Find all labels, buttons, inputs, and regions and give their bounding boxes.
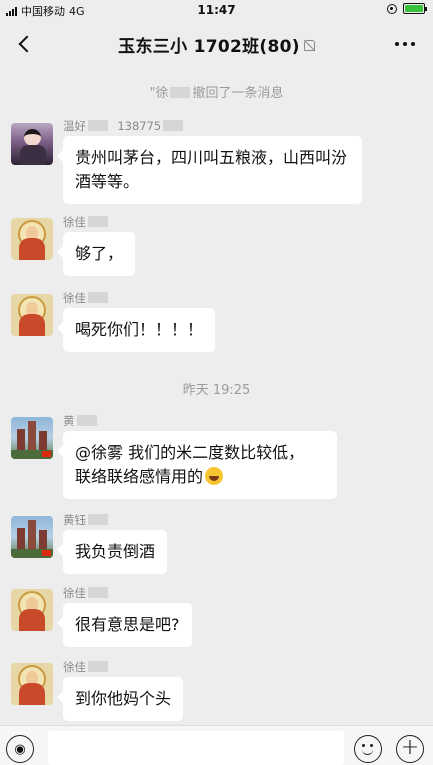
sender-name: 徐佳 xyxy=(63,585,110,601)
battery-icon xyxy=(403,3,427,14)
message-bubble[interactable]: 够了， xyxy=(56,232,136,276)
voice-input-button[interactable]: ◉ xyxy=(6,735,34,763)
redacted-name xyxy=(170,87,191,98)
sender-name: 黄 xyxy=(63,413,99,429)
more-button[interactable] xyxy=(395,42,415,46)
chat-title-text: 玉东三小 1702班(80) xyxy=(118,37,300,57)
location-icon xyxy=(387,3,397,14)
avatar[interactable] xyxy=(11,663,53,705)
message-bubble[interactable]: 喝死你们！！！！ xyxy=(56,308,216,352)
laughing-emoji-icon xyxy=(205,467,224,485)
flag-icon xyxy=(42,550,51,556)
message-bubble[interactable]: 很有意思是吧? xyxy=(57,603,192,647)
avatar[interactable] xyxy=(11,516,53,558)
message-bubble[interactable]: @徐雾 我们的米二度数比较低， 联络联络感情用的 xyxy=(57,431,337,499)
message-bubble[interactable]: 贵州叫茅台，四川叫五粮液，山西叫汾酒等等。 xyxy=(57,136,362,204)
sender-name: 徐佳 xyxy=(63,290,110,306)
sender-name: 徐佳 xyxy=(63,659,110,675)
voice-icon: ◉ xyxy=(14,741,26,757)
avatar[interactable] xyxy=(11,417,53,459)
recall-suffix: 撤回了一条消息 xyxy=(192,86,284,101)
message-bubble[interactable]: 到你他妈个头 xyxy=(56,677,184,721)
status-right xyxy=(387,3,427,14)
status-bar: 中国移动 4G 11:47 xyxy=(0,0,433,20)
message-line: 联络联络感情用的 xyxy=(75,467,204,486)
avatar[interactable] xyxy=(11,294,53,336)
message-line: @徐雾 我们的米二度数比较低， xyxy=(75,443,305,462)
recall-notice: "徐 撤回了一条消息 xyxy=(0,82,433,101)
message-bubble[interactable]: 我负责倒酒 xyxy=(56,530,168,574)
message-input[interactable] xyxy=(48,731,344,765)
sender-name: 温好 138775 xyxy=(63,118,185,134)
avatar[interactable] xyxy=(11,218,53,260)
avatar[interactable] xyxy=(11,589,53,631)
chat-header: 玉东三小 1702班(80) xyxy=(0,20,433,68)
chat-title: 玉东三小 1702班(80) xyxy=(0,32,433,57)
flag-icon xyxy=(42,451,51,457)
more-actions-button[interactable]: + xyxy=(396,735,424,763)
timestamp: 昨天 19:25 xyxy=(182,383,251,398)
sender-name: 徐佳 xyxy=(63,214,110,230)
mute-icon xyxy=(303,40,315,51)
input-bar: ◉ + xyxy=(0,725,433,765)
recall-prefix: "徐 xyxy=(149,86,169,101)
status-time: 11:47 xyxy=(197,3,236,17)
sender-name: 黄钰 xyxy=(63,512,110,528)
emoji-button[interactable] xyxy=(354,735,382,763)
avatar[interactable] xyxy=(11,123,53,165)
